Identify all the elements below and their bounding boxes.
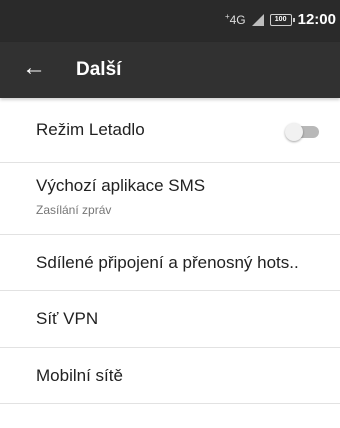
settings-screen: +4G 100 12:00 ← Další Režim Letadlo Vých… [0,0,340,428]
setting-label: Výchozí aplikace SMS [36,176,206,195]
status-icons: +4G 100 12:00 [225,11,336,28]
status-bar: +4G 100 12:00 [0,0,340,42]
app-bar: ← Další [0,42,340,98]
settings-list: Režim Letadlo Výchozí aplikace SMS Zasíl… [0,98,340,404]
setting-label: Síť VPN [36,309,99,328]
setting-default-sms-app[interactable]: Výchozí aplikace SMS Zasílání zpráv [0,163,340,235]
setting-mobile-networks[interactable]: Mobilní sítě [0,348,340,404]
setting-label: Mobilní sítě [36,366,123,385]
network-indicator: +4G [224,12,246,27]
setting-label: Sdílené připojení a přenosný hots.. [36,253,299,272]
page-title: Další [76,59,122,80]
setting-sublabel: Zasílání zpráv [36,203,112,217]
status-time: 12:00 [297,11,336,28]
battery-icon: 100 [269,13,295,26]
setting-airplane-mode[interactable]: Režim Letadlo [0,98,340,163]
setting-tethering-hotspot[interactable]: Sdílené připojení a přenosný hots.. [0,235,340,291]
setting-vpn[interactable]: Síť VPN [0,291,340,348]
setting-label: Režim Letadlo [36,120,145,139]
toggle-thumb [285,123,303,141]
back-arrow-icon[interactable]: ← [22,56,46,80]
airplane-mode-toggle[interactable] [282,123,322,141]
signal-icon [251,13,264,26]
